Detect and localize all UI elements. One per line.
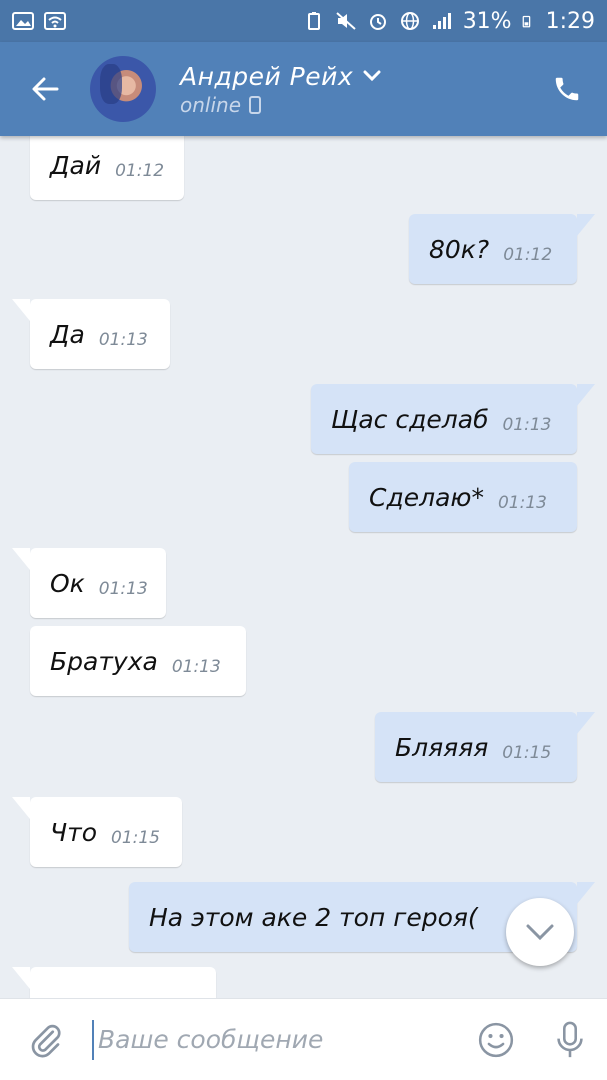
message-list[interactable]: Дай 01:12 80к? 01:12 Да 01:13 Щас сделаб…: [0, 136, 607, 998]
message-incoming[interactable]: Братуха 01:13: [30, 626, 246, 696]
avatar[interactable]: [90, 56, 156, 122]
message-text: Ок: [50, 568, 85, 598]
message-text: Дай: [50, 150, 102, 180]
message-incoming[interactable]: Дай 01:12: [30, 136, 184, 200]
message-text: Что: [50, 817, 97, 847]
wifi-notification-icon: [44, 12, 66, 30]
voice-message-button[interactable]: [533, 999, 607, 1080]
message-text: Да: [50, 319, 85, 349]
message-outgoing[interactable]: 80к? 01:12: [409, 214, 595, 284]
message-time: 01:15: [502, 743, 552, 763]
message-text: Бляяяя: [395, 732, 489, 762]
contact-name: Андрей Рейх: [180, 61, 354, 91]
attach-button[interactable]: [0, 999, 92, 1080]
battery-saver-icon: [307, 12, 320, 30]
contact-info[interactable]: Андрей Рейх online: [180, 62, 381, 117]
mobile-device-icon: [249, 95, 262, 114]
message-time: 01:13: [497, 493, 547, 513]
message-input[interactable]: [92, 1019, 459, 1060]
message-time: 01:13: [98, 579, 148, 599]
phone-icon: [555, 77, 579, 101]
message-incoming[interactable]: Ок 01:13: [12, 548, 166, 618]
back-button[interactable]: [0, 42, 90, 136]
smiley-icon: [478, 1022, 514, 1057]
message-incoming[interactable]: Что 01:15: [12, 797, 182, 867]
contact-status: online: [180, 92, 242, 117]
chevron-down-icon[interactable]: [363, 70, 381, 82]
arrow-left-icon: [32, 77, 59, 101]
message-time: 01:13: [98, 330, 148, 350]
message-time: 01:15: [111, 828, 160, 848]
message-text: На этом аке 2 топ героя(: [149, 902, 478, 932]
battery-percent: 31%: [462, 8, 512, 34]
microphone-icon: [557, 1021, 583, 1057]
status-bar: 31% 1:29: [0, 0, 607, 42]
message-outgoing[interactable]: Бляяяя 01:15: [375, 712, 595, 782]
message-time: 01:12: [115, 161, 165, 181]
clock: 1:29: [545, 8, 595, 34]
emoji-button[interactable]: [459, 999, 533, 1080]
message-outgoing[interactable]: Сделаю* 01:13: [349, 462, 577, 532]
paperclip-icon: [31, 1024, 61, 1057]
message-time: 01:12: [503, 245, 553, 265]
message-outgoing[interactable]: Щас сделаб 01:13: [311, 384, 595, 454]
message-incoming[interactable]: Да 01:13: [12, 299, 170, 369]
alarm-icon: [369, 14, 386, 30]
message-time: 01:13: [502, 415, 552, 435]
scroll-to-bottom-button[interactable]: [506, 898, 574, 966]
gallery-notification-icon: [12, 12, 34, 30]
call-button[interactable]: [527, 42, 607, 136]
globe-icon: [400, 12, 419, 30]
message-time: 01:13: [171, 657, 221, 677]
signal-icon: [432, 13, 451, 29]
composer-bar: [0, 998, 607, 1080]
message-incoming[interactable]: [12, 967, 216, 998]
chevron-down-icon: [526, 924, 554, 941]
mute-icon: [336, 12, 356, 30]
message-text: Щас сделаб: [331, 404, 489, 434]
battery-icon: [522, 15, 530, 28]
chat-header: Андрей Рейх online: [0, 42, 607, 136]
message-text: Сделаю*: [369, 482, 484, 512]
message-text: Братуха: [50, 646, 158, 676]
message-text: 80к?: [429, 234, 490, 264]
